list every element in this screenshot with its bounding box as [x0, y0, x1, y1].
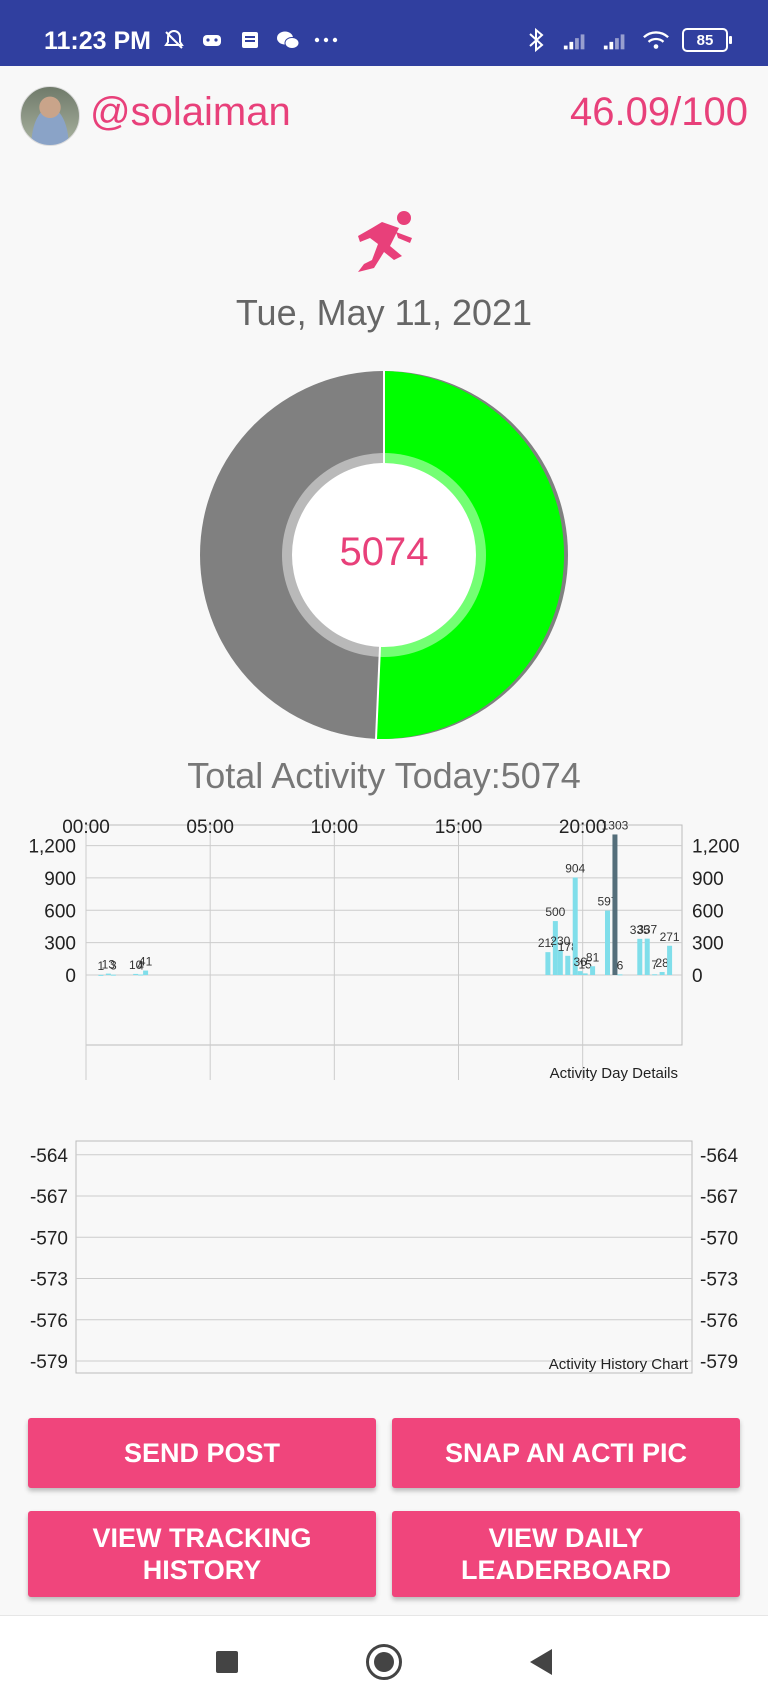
status-time: 11:23 PM — [44, 27, 152, 55]
chart1-data-label: 41 — [139, 955, 153, 969]
navigation-bar — [0, 1615, 768, 1708]
chart1-bar — [557, 950, 563, 975]
chart2-y-tick-right: -573 — [700, 1270, 738, 1291]
chart1-y-tick-right: 1,200 — [692, 837, 740, 858]
chart1-bar — [577, 971, 583, 975]
chart1-bar — [659, 971, 665, 975]
signal-2-icon — [602, 26, 630, 54]
signal-1-icon — [562, 26, 590, 54]
chart2-y-tick-right: -567 — [700, 1187, 738, 1208]
score: 46.09/100 — [570, 90, 748, 134]
chart1-title: Activity Day Details — [550, 1065, 678, 1082]
chart1-x-tick: 20:00 — [559, 817, 607, 838]
snap-pic-button[interactable]: SNAP AN ACTI PIC — [392, 1418, 740, 1488]
chart1-bar — [545, 952, 551, 975]
wechat-icon — [274, 26, 302, 54]
chart1-data-label: 81 — [586, 950, 600, 964]
chart1-bar — [644, 938, 650, 975]
chart1-data-label: 337 — [637, 923, 657, 937]
total-activity-label: Total Activity Today:5074 — [187, 755, 581, 796]
more-dots-icon — [312, 26, 340, 54]
chart2-y-tick-left: -567 — [30, 1187, 68, 1208]
chart2-y-tick-right: -576 — [700, 1311, 738, 1332]
chart1-data-label: 3 — [110, 959, 117, 973]
chart1-x-tick: 15:00 — [435, 817, 483, 838]
chart1-y-tick-right: 900 — [692, 869, 724, 890]
bluetooth-icon — [522, 26, 550, 54]
chart1-x-tick: 10:00 — [311, 817, 359, 838]
chart1-bar — [612, 834, 618, 975]
chart1-bar — [565, 955, 571, 975]
donut-value: 5074 — [339, 530, 429, 574]
chart1-y-tick-left: 0 — [65, 966, 76, 987]
runner-icon — [344, 208, 424, 278]
chart2-y-tick-left: -579 — [30, 1352, 68, 1373]
notification-icons — [160, 26, 340, 54]
chart1-data-label: 904 — [565, 861, 585, 875]
chart1-y-tick-left: 900 — [44, 869, 76, 890]
activity-history-chart: -579 -579 -576 -576 -573 -573 -570 -570 -567 -567… — [30, 1140, 738, 1374]
battery-icon: 85 — [682, 28, 732, 52]
game-icon — [198, 26, 226, 54]
chart1-bar — [652, 974, 658, 976]
chart2-y-tick-left: -570 — [30, 1228, 68, 1249]
recent-apps-icon[interactable] — [216, 1651, 238, 1673]
chart1-frame — [85, 824, 683, 1046]
chart2-y-tick-right: -570 — [700, 1228, 738, 1249]
chart1-bar — [582, 973, 588, 975]
username: @solaiman — [90, 90, 291, 134]
chart2-y-tick-right: -579 — [700, 1352, 738, 1373]
back-icon[interactable] — [530, 1649, 552, 1675]
chart1-y-tick-right: 300 — [692, 934, 724, 955]
news-icon — [236, 26, 264, 54]
chart2-y-tick-right: -564 — [700, 1146, 738, 1167]
home-icon[interactable] — [366, 1644, 402, 1680]
chart1-y-tick-left: 1,200 — [28, 837, 76, 858]
chart1-data-label: 1303 — [602, 818, 629, 832]
chart1-data-label: 271 — [660, 930, 680, 944]
send-post-button[interactable]: SEND POST — [28, 1418, 376, 1488]
chart2-y-tick-left: -573 — [30, 1270, 68, 1291]
view-tracking-history-button[interactable]: VIEW TRACKING HISTORY — [28, 1511, 376, 1597]
chart1-y-tick-right: 0 — [692, 966, 703, 987]
chart1-y-tick-right: 600 — [692, 901, 724, 922]
chart1-data-label: 500 — [545, 905, 565, 919]
chart1-y-tick-left: 600 — [44, 901, 76, 922]
chart2-title: Activity History Chart — [549, 1356, 689, 1373]
chart1-bar — [105, 973, 111, 975]
chart1-bar — [590, 966, 596, 975]
bell-muted-icon — [160, 26, 188, 54]
chart1-bar — [667, 945, 673, 975]
chart1-x-tick: 00:00 — [62, 817, 110, 838]
status-bar: 11:23 PM 85 — [0, 0, 768, 66]
activity-day-chart: 0 0300 300600 600900 9001,200 1,20000:00 05:00… — [28, 817, 740, 1082]
date-label: Tue, May 11, 2021 — [235, 292, 533, 333]
chart1-data-label: 28 — [655, 956, 669, 970]
chart1-bar — [98, 974, 104, 976]
chart1-data-label: 6 — [617, 958, 624, 972]
chart1-bar — [138, 974, 144, 976]
chart1-bar — [143, 970, 149, 975]
chart1-bar — [133, 973, 139, 975]
chart1-x-tick: 05:00 — [186, 817, 234, 838]
avatar[interactable] — [20, 86, 80, 146]
chart1-y-tick-left: 300 — [44, 934, 76, 955]
chart2-frame — [75, 1140, 693, 1374]
chart1-bar — [110, 974, 116, 976]
chart1-bar — [637, 938, 643, 975]
system-icons: 85 — [522, 26, 732, 54]
wifi-icon — [642, 26, 670, 54]
chart2-y-tick-left: -564 — [30, 1146, 68, 1167]
chart2-y-tick-left: -576 — [30, 1311, 68, 1332]
view-daily-leaderboard-button[interactable]: VIEW DAILY LEADERBOARD — [392, 1511, 740, 1597]
profile-header: @solaiman 46.09/100 — [0, 66, 768, 166]
chart1-bar — [605, 910, 610, 975]
chart1-bar — [617, 974, 623, 976]
